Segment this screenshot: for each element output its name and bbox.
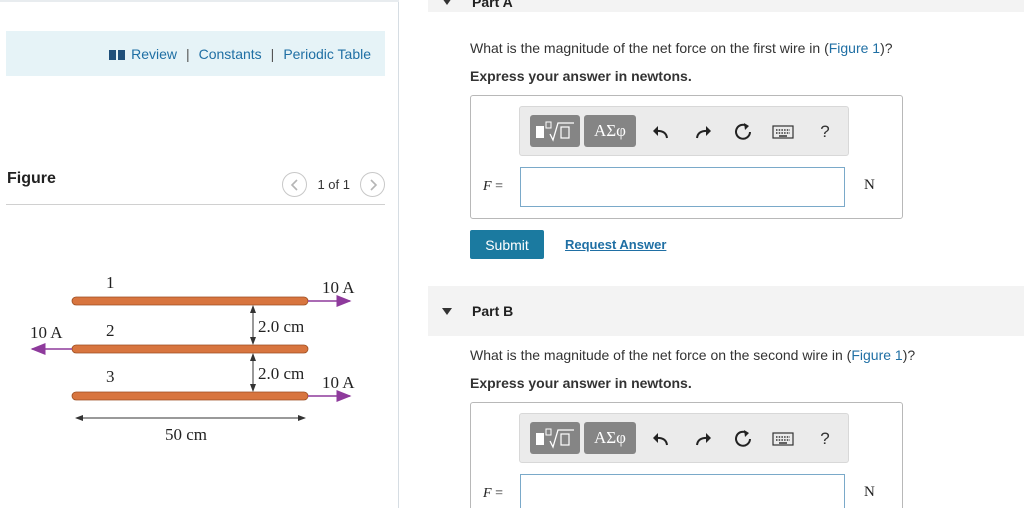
part-a-instruction: Express your answer in newtons. [470,68,692,84]
chevron-right-icon [369,178,377,191]
part-b-question: What is the magnitude of the net force o… [470,347,915,363]
prev-figure-button[interactable] [282,172,308,197]
undo-icon[interactable] [650,428,672,450]
wire-label-2: 2 [106,321,115,340]
question-text-end: )? [880,40,893,56]
wires-figure: 1 10 A 2 10 A 3 10 A 2.0 cm 2.0 cm 50 cm [30,273,355,444]
questions-pane: Part A What is the magnitude of the net … [400,0,1024,508]
wire-3 [71,391,309,401]
request-answer-link[interactable]: Request Answer [565,237,666,252]
figure-title: Figure [7,170,56,187]
wire-1 [71,296,309,306]
variable-symbol: F [483,486,492,501]
review-link[interactable]: Review [109,46,177,62]
answer-input[interactable] [520,474,845,508]
variable-label: F = [483,486,503,502]
variable-label: F = [483,179,503,195]
resource-bar: Review | Constants | Periodic Table [6,31,385,76]
figure-link[interactable]: Figure 1 [829,40,880,56]
keyboard-icon[interactable] [772,121,794,143]
templates-button[interactable] [530,422,580,454]
part-b-title: Part B [472,303,514,319]
current-label-2: 10 A [30,323,63,342]
next-figure-button[interactable] [360,172,385,197]
reset-icon[interactable] [732,428,754,450]
current-label-1: 10 A [322,278,355,297]
periodic-table-link[interactable]: Periodic Table [283,46,371,62]
part-a-title: Part A [472,0,513,10]
greek-symbols-button[interactable]: ΑΣφ [584,115,636,147]
wire-2 [71,344,309,354]
wire-label-3: 3 [106,367,115,386]
caret-down-icon [442,308,452,315]
equals-sign: = [495,179,503,194]
variable-symbol: F [483,179,492,194]
redo-icon[interactable] [692,121,714,143]
caret-down-icon [442,0,452,5]
templates-button[interactable] [530,115,580,147]
unit-label: N [864,177,875,193]
wire-label-1: 1 [106,273,115,292]
reset-icon[interactable] [732,121,754,143]
figure-pager: 1 of 1 [282,172,385,197]
math-toolbar: ΑΣφ ? [519,413,849,463]
part-b-answer-box: ΑΣφ ? F = N [470,402,903,508]
equals-sign: = [495,486,503,501]
spacing-label-1: 2.0 cm [258,317,304,336]
figure-count: 1 of 1 [317,177,350,192]
constants-link[interactable]: Constants [199,46,262,62]
redo-icon[interactable] [692,428,714,450]
greek-symbols-button[interactable]: ΑΣφ [584,422,636,454]
unit-label: N [864,484,875,500]
separator: | [185,45,190,62]
figure-link[interactable]: Figure 1 [851,347,902,363]
part-b-header[interactable]: Part B [428,286,1024,336]
spacing-label-2: 2.0 cm [258,364,304,383]
part-a-question: What is the magnitude of the net force o… [470,40,893,56]
answer-input[interactable] [520,167,845,207]
keyboard-icon[interactable] [772,428,794,450]
undo-icon[interactable] [650,121,672,143]
book-icon [109,49,126,60]
question-text: What is the magnitude of the net force o… [470,347,852,363]
length-label: 50 cm [165,425,207,444]
figure-header: Figure 1 of 1 [6,166,385,205]
chevron-left-icon [290,178,298,191]
submit-button[interactable]: Submit [470,230,544,259]
question-text: What is the magnitude of the net force o… [470,40,829,56]
help-icon[interactable]: ? [814,428,836,450]
review-label[interactable]: Review [131,46,177,62]
part-a-answer-box: ΑΣφ ? F = N [470,95,903,219]
templates-icon [536,428,574,449]
part-a-header[interactable]: Part A [428,0,1024,12]
help-icon[interactable]: ? [814,121,836,143]
templates-icon [536,121,574,142]
math-toolbar: ΑΣφ ? [519,106,849,156]
separator: | [270,45,275,62]
question-text-end: )? [902,347,916,363]
top-divider [0,0,399,2]
figure-pane: Review | Constants | Periodic Table Figu… [0,0,399,508]
part-b-instruction: Express your answer in newtons. [470,375,692,391]
current-label-3: 10 A [322,373,355,392]
